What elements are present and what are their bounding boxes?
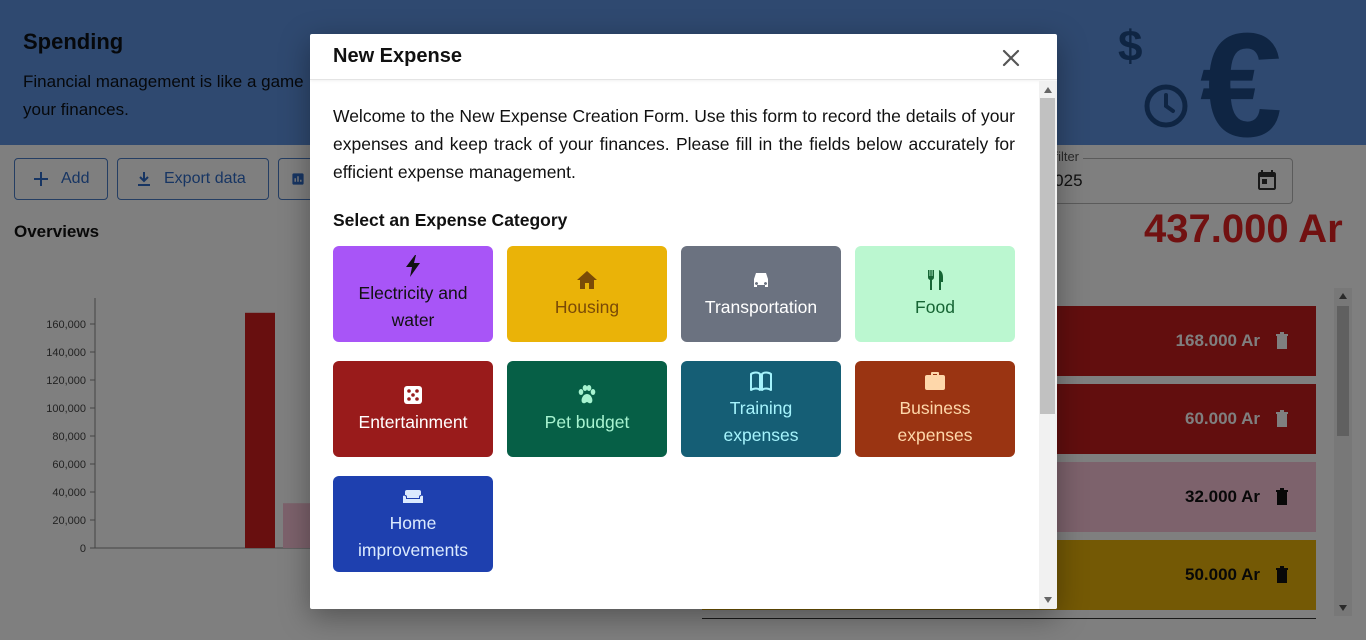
category-section-title: Select an Expense Category	[333, 210, 568, 230]
utensils-icon	[927, 269, 943, 290]
dialog-header: New Expense	[310, 34, 1057, 80]
category-label: Food	[915, 296, 955, 317]
category-pet-budget[interactable]: Pet budget	[507, 361, 667, 457]
couch-icon	[403, 490, 423, 503]
category-training-expenses[interactable]: Training expenses	[681, 361, 841, 457]
category-label: Pet budget	[544, 411, 630, 432]
category-transportation[interactable]: Transportation	[681, 246, 841, 342]
category-housing[interactable]: Housing	[507, 246, 667, 342]
dialog-title: New Expense	[333, 45, 462, 67]
scroll-down-arrow[interactable]	[1044, 597, 1052, 603]
category-business-expenses[interactable]: Business expenses	[855, 361, 1015, 457]
category-label: Housing	[554, 296, 620, 317]
category-label: Electricity and water	[358, 283, 468, 330]
house-icon	[577, 270, 597, 289]
category-entertainment[interactable]: Entertainment	[333, 361, 493, 457]
category-electricity-and-water[interactable]: Electricity and water	[333, 246, 493, 342]
category-home-improvements[interactable]: Home improvements	[333, 476, 493, 572]
category-label: Home improvements	[358, 513, 468, 560]
close-icon[interactable]	[999, 46, 1023, 70]
category-label: Transportation	[704, 296, 818, 317]
dialog-body: Welcome to the New Expense Creation Form…	[310, 81, 1039, 609]
scrollbar-thumb[interactable]	[1040, 98, 1055, 414]
dice-icon	[404, 385, 422, 404]
category-label: Entertainment	[358, 411, 468, 432]
book-icon	[750, 371, 772, 391]
car-icon	[754, 272, 768, 287]
category-food[interactable]: Food	[855, 246, 1015, 342]
new-expense-dialog: New Expense Welcome to the New Expense C…	[310, 34, 1057, 609]
bolt-icon	[406, 255, 420, 277]
paw-icon	[578, 384, 596, 403]
category-label: Business expenses	[897, 398, 973, 445]
dialog-intro-text: Welcome to the New Expense Creation Form…	[333, 106, 1015, 182]
dialog-scrollbar[interactable]	[1039, 81, 1057, 609]
briefcase-icon	[925, 372, 945, 390]
scroll-up-arrow[interactable]	[1044, 87, 1052, 93]
category-label: Training expenses	[723, 398, 799, 445]
